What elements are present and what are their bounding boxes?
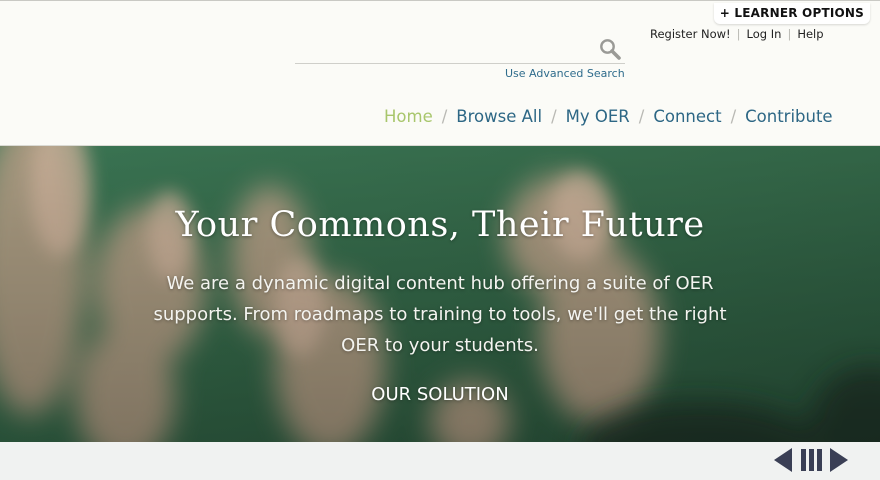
search-input[interactable] [295, 35, 589, 63]
slider-controls [772, 446, 852, 474]
site-header: + LEARNER OPTIONS Register Now! | Log In | H… [0, 0, 880, 146]
hero-description: We are a dynamic digital content hub off… [153, 273, 727, 356]
register-link[interactable]: Register Now! [650, 27, 731, 41]
user-links: Register Now! | Log In | Help [650, 27, 824, 41]
nav-separator: / [551, 107, 557, 126]
nav-item-browse-all[interactable]: Browse All [456, 107, 542, 126]
nav-item-my-oer[interactable]: My OER [566, 107, 630, 126]
search-icon[interactable] [599, 38, 621, 60]
search-box [295, 35, 625, 64]
help-link[interactable]: Help [797, 27, 823, 41]
content-strip [0, 442, 880, 480]
advanced-search-link[interactable]: Use Advanced Search [505, 67, 625, 80]
nav-item-home[interactable]: Home [384, 107, 433, 126]
nav-item-connect[interactable]: Connect [653, 107, 721, 126]
divider: | [736, 27, 741, 41]
nav-separator: / [638, 107, 645, 126]
our-solution-link[interactable]: OUR SOLUTION [371, 384, 508, 405]
learner-options-button[interactable]: + LEARNER OPTIONS [713, 3, 870, 24]
prev-icon[interactable] [772, 446, 794, 474]
nav-item-contribute[interactable]: Contribute [745, 107, 832, 126]
next-icon[interactable] [828, 446, 850, 474]
login-link[interactable]: Log In [747, 27, 782, 41]
hero-title: Your Commons, Their Future [175, 205, 705, 245]
main-nav: Home / Browse All / My OER / Connect / Contribut… [384, 107, 833, 126]
nav-separator: / [730, 107, 737, 126]
page: + LEARNER OPTIONS Register Now! | Log In | H… [0, 0, 880, 480]
nav-separator: / [441, 107, 448, 126]
our-solution-link-wrap: OUR SOLUTION [0, 384, 880, 405]
pause-icon[interactable] [800, 446, 822, 474]
divider: | [787, 27, 792, 41]
